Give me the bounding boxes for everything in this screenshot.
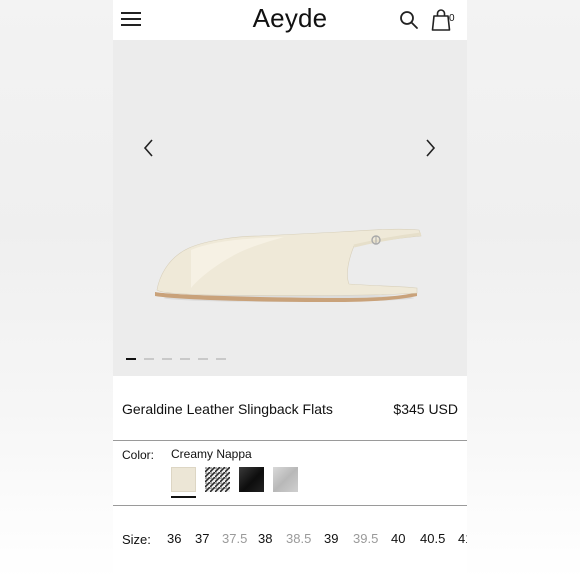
selected-swatch-indicator: [171, 496, 196, 498]
product-page: Aeyde 0 Geraldine Leather Slingback Flat…: [113, 0, 467, 580]
size-selector: Size: 36 37 37.5 38 38.5 39 39.5 40 40.5…: [113, 506, 467, 580]
previous-image-icon[interactable]: [142, 137, 156, 159]
color-label: Color:: [122, 448, 155, 462]
size-option[interactable]: 40.5: [420, 531, 445, 546]
size-option-unavailable[interactable]: 37.5: [222, 531, 247, 546]
gallery-dot-6[interactable]: [216, 358, 226, 360]
background-blur-right: [467, 0, 580, 580]
next-image-icon[interactable]: [423, 137, 437, 159]
product-name: Geraldine Leather Slingback Flats: [122, 401, 333, 417]
search-icon[interactable]: [399, 10, 419, 30]
size-option[interactable]: 37: [195, 531, 209, 546]
color-swatch-tweed[interactable]: [205, 467, 230, 492]
site-header: Aeyde 0: [113, 0, 467, 40]
product-image-shoe: [155, 228, 422, 302]
size-option-unavailable[interactable]: 38.5: [286, 531, 311, 546]
gallery-dot-4[interactable]: [180, 358, 190, 360]
cart-count[interactable]: 0: [449, 13, 455, 24]
size-label: Size:: [122, 532, 151, 547]
gallery-dot-5[interactable]: [198, 358, 208, 360]
size-option[interactable]: 41: [458, 531, 467, 546]
selected-color-name: Creamy Nappa: [171, 447, 252, 461]
color-swatch-black[interactable]: [239, 467, 264, 492]
product-price: $345 USD: [393, 401, 458, 417]
product-title-row: Geraldine Leather Slingback Flats $345 U…: [113, 376, 467, 440]
size-option[interactable]: 38: [258, 531, 272, 546]
color-swatch-creamy[interactable]: [171, 467, 196, 492]
gallery-dot-1[interactable]: [126, 358, 136, 360]
background-blur-left: [0, 0, 113, 580]
size-option[interactable]: 36: [167, 531, 181, 546]
size-option[interactable]: 40: [391, 531, 405, 546]
color-selector: Color: Creamy Nappa: [113, 441, 467, 505]
size-option-unavailable[interactable]: 39.5: [353, 531, 378, 546]
size-option[interactable]: 39: [324, 531, 338, 546]
gallery-dot-3[interactable]: [162, 358, 172, 360]
color-swatch-silver[interactable]: [273, 467, 298, 492]
gallery-dot-2[interactable]: [144, 358, 154, 360]
product-image-gallery[interactable]: [113, 40, 467, 376]
